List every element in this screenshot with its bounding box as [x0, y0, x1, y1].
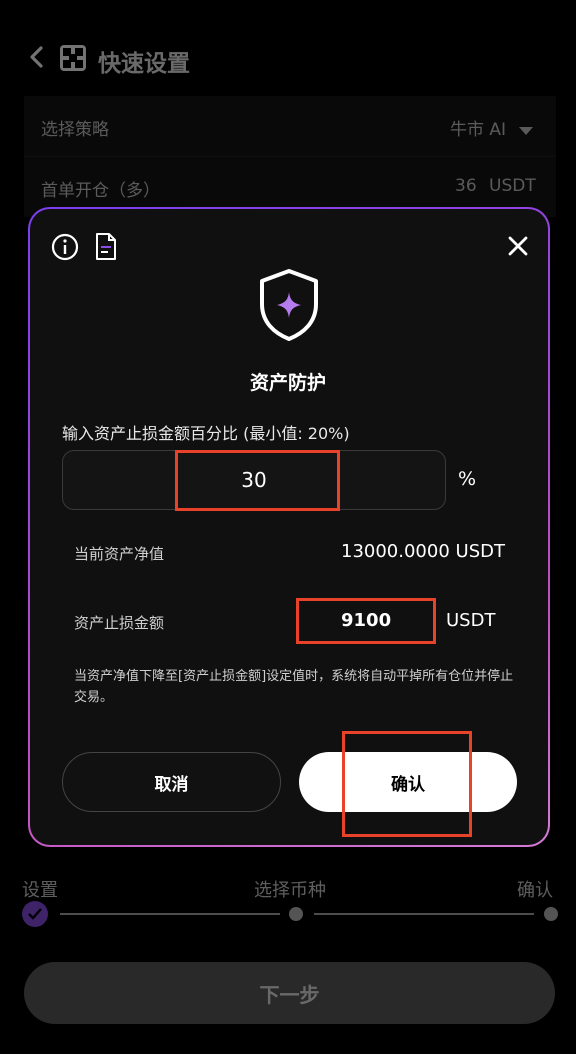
step-dot-2 [289, 907, 303, 921]
first-order-label: 首单开仓（多） [41, 181, 160, 201]
first-order-value: 36 [455, 176, 477, 196]
close-icon[interactable] [508, 236, 528, 260]
next-step-button[interactable]: 下一步 [24, 962, 555, 1024]
first-order-unit: USDT [489, 176, 536, 196]
stop-amount-unit: USDT [446, 610, 496, 631]
logo-icon [60, 45, 86, 71]
nav-value: 13000.0000 USDT [341, 541, 505, 562]
check-icon [28, 908, 42, 920]
stop-loss-percent-prompt: 输入资产止损金额百分比 (最小值: 20%) [62, 424, 350, 443]
stop-loss-note: 当资产净值下降至[资产止损金额]设定值时，系统将自动平掉所有仓位并停止交易。 [74, 669, 514, 705]
back-icon[interactable] [26, 46, 48, 68]
strategy-row[interactable]: 选择策略 牛市 AI [24, 96, 556, 157]
nav-label: 当前资产净值 [74, 545, 165, 563]
info-icon[interactable] [51, 233, 79, 265]
confirm-button[interactable]: 确认 [299, 752, 517, 812]
dialog-title: 资产防护 [249, 372, 326, 394]
strategy-value: 牛市 AI [450, 120, 507, 140]
cancel-button[interactable]: 取消 [62, 752, 281, 812]
stop-loss-percent-input[interactable]: 30 [62, 450, 446, 510]
caret-down-icon [519, 122, 533, 141]
step-dot-1 [22, 901, 48, 927]
shield-sparkle-icon [258, 268, 320, 346]
step-label-coin: 选择币种 [254, 880, 326, 901]
step-line-2 [314, 913, 534, 915]
stop-amount-label: 资产止损金额 [74, 614, 165, 632]
step-dot-3 [544, 907, 558, 921]
percent-unit: % [458, 468, 477, 490]
strategy-label: 选择策略 [41, 120, 109, 140]
step-line-1 [60, 913, 280, 915]
stop-amount-value: 9100 [341, 610, 392, 631]
stop-loss-percent-value: 30 [241, 468, 267, 492]
document-icon[interactable] [94, 232, 118, 266]
step-label-settings: 设置 [22, 880, 58, 901]
step-label-confirm: 确认 [517, 880, 553, 901]
page-title: 快速设置 [98, 51, 190, 77]
